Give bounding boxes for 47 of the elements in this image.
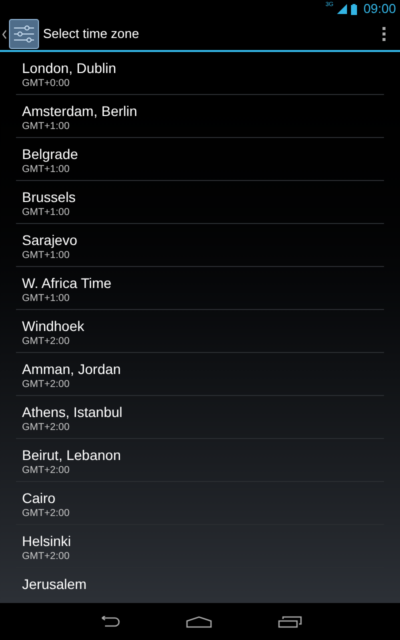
zone-offset: GMT+1:00	[22, 206, 71, 219]
zone-offset: GMT+1:00	[22, 292, 71, 305]
zone-name: Sarajevo	[22, 232, 78, 249]
clock: 09:00	[363, 0, 396, 18]
zone-name: W. Africa Time	[22, 275, 112, 292]
time-zone-item[interactable]: Amman, Jordan GMT+2:00	[16, 353, 384, 396]
back-button[interactable]	[0, 18, 39, 50]
recents-icon	[278, 616, 302, 628]
zone-name: Helsinki	[22, 533, 72, 550]
time-zone-item[interactable]: Cairo GMT+2:00	[16, 482, 384, 525]
time-zone-item[interactable]: Belgrade GMT+1:00	[16, 138, 384, 181]
time-zone-item[interactable]: Sarajevo GMT+1:00	[16, 224, 384, 267]
zone-offset: GMT+2:00	[22, 378, 71, 391]
screen-title: Select time zone	[43, 25, 140, 44]
time-zone-item[interactable]: Amsterdam, Berlin GMT+1:00	[16, 95, 384, 138]
time-zone-item[interactable]: Brussels GMT+1:00	[16, 181, 384, 224]
signal-icon	[337, 4, 348, 14]
zone-name: Windhoek	[22, 318, 86, 335]
zone-offset: GMT+2:00	[22, 550, 71, 563]
zone-offset: GMT+0:00	[22, 77, 71, 90]
caret-icon	[2, 30, 7, 38]
zone-offset: GMT+2:00	[22, 464, 71, 477]
zone-offset: GMT+1:00	[22, 120, 71, 133]
zone-name: Beirut, Lebanon	[22, 447, 122, 464]
time-zone-item[interactable]: Helsinki GMT+2:00	[16, 525, 384, 568]
zone-name: Amsterdam, Berlin	[22, 103, 138, 120]
zone-offset: GMT+2:00	[22, 507, 71, 520]
battery-icon	[351, 4, 358, 14]
zone-name: London, Dublin	[22, 60, 118, 77]
zone-offset: GMT+1:00	[22, 163, 71, 176]
time-zone-item[interactable]: London, Dublin GMT+0:00	[16, 52, 384, 95]
zone-offset: GMT+2:00	[22, 335, 71, 348]
zone-name: Cairo	[22, 490, 56, 507]
time-zone-item[interactable]: W. Africa Time GMT+1:00	[16, 267, 384, 310]
time-zone-item[interactable]: Athens, Istanbul GMT+2:00	[16, 396, 384, 439]
time-zone-item[interactable]: Windhoek GMT+2:00	[16, 310, 384, 353]
zone-name: Brussels	[22, 189, 77, 206]
zone-name: Athens, Istanbul	[22, 404, 124, 421]
settings-icon	[9, 19, 39, 49]
zone-name: Belgrade	[22, 146, 80, 163]
more-icon	[382, 27, 386, 41]
zone-offset: GMT+1:00	[22, 249, 71, 262]
home-icon	[186, 616, 212, 628]
zone-name: Amman, Jordan	[22, 361, 122, 378]
zone-offset: GMT+2:00	[22, 421, 71, 434]
time-zone-item[interactable]: Beirut, Lebanon GMT+2:00	[16, 439, 384, 482]
zone-name: Jerusalem	[22, 576, 88, 593]
